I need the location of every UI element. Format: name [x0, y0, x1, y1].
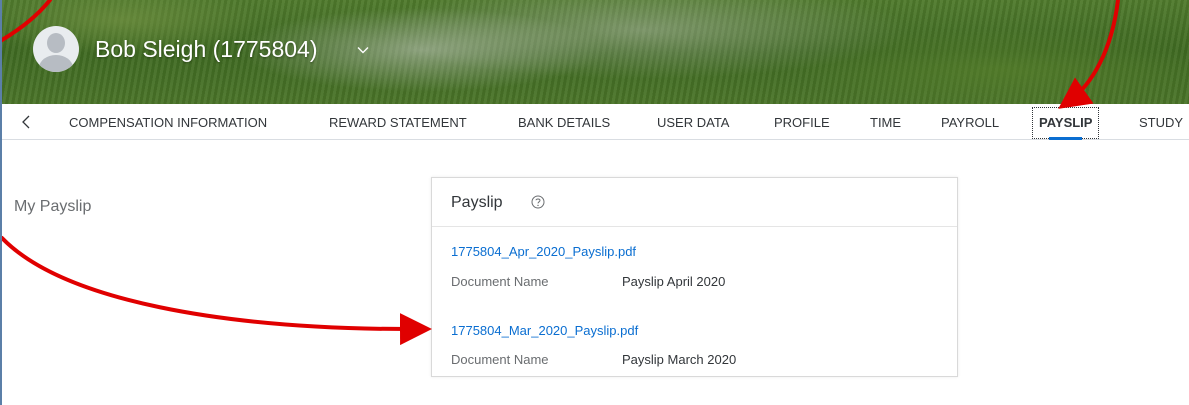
tab-bank-details[interactable]: BANK DETAILS [518, 104, 610, 139]
annotation-arrow-to-march-payslip [2, 236, 432, 346]
payslip-card: Payslip 1775804_Apr_2020_Payslip.pdf Doc… [431, 177, 958, 377]
tab-reward-statement[interactable]: REWARD STATEMENT [329, 104, 467, 139]
document-name-value: Payslip April 2020 [622, 274, 726, 289]
page-frame: Bob Sleigh (1775804) COMPENSATION INFORM… [0, 0, 1189, 405]
tab-bar: COMPENSATION INFORMATION REWARD STATEMEN… [2, 104, 1189, 140]
payslip-link-mar-2020[interactable]: 1775804_Mar_2020_Payslip.pdf [451, 323, 638, 338]
user-name[interactable]: Bob Sleigh (1775804) [95, 36, 318, 63]
tab-payroll[interactable]: PAYROLL [941, 104, 999, 139]
tab-payslip[interactable]: PAYSLIP [1032, 104, 1100, 140]
user-avatar-icon[interactable] [33, 26, 79, 72]
section-title: My Payslip [14, 198, 92, 215]
payslip-link-apr-2020[interactable]: 1775804_Apr_2020_Payslip.pdf [451, 244, 636, 259]
profile-header: Bob Sleigh (1775804) [2, 0, 1189, 104]
document-name-label: Document Name [451, 274, 549, 289]
tab-user-data[interactable]: USER DATA [657, 104, 729, 139]
tab-compensation-information[interactable]: COMPENSATION INFORMATION [69, 104, 267, 139]
chevron-left-icon[interactable] [20, 114, 34, 130]
tab-profile[interactable]: PROFILE [774, 104, 830, 139]
tab-time[interactable]: TIME [870, 104, 901, 139]
tab-focus-outline [1032, 107, 1100, 139]
document-name-value: Payslip March 2020 [622, 352, 737, 367]
card-header: Payslip [432, 178, 957, 227]
tab-study[interactable]: STUDY [1139, 104, 1183, 139]
help-circle-icon[interactable] [531, 195, 545, 209]
document-name-label: Document Name [451, 352, 549, 367]
card-title: Payslip [451, 194, 503, 211]
tab-selected-indicator [1049, 137, 1083, 140]
chevron-down-icon[interactable] [357, 46, 369, 54]
